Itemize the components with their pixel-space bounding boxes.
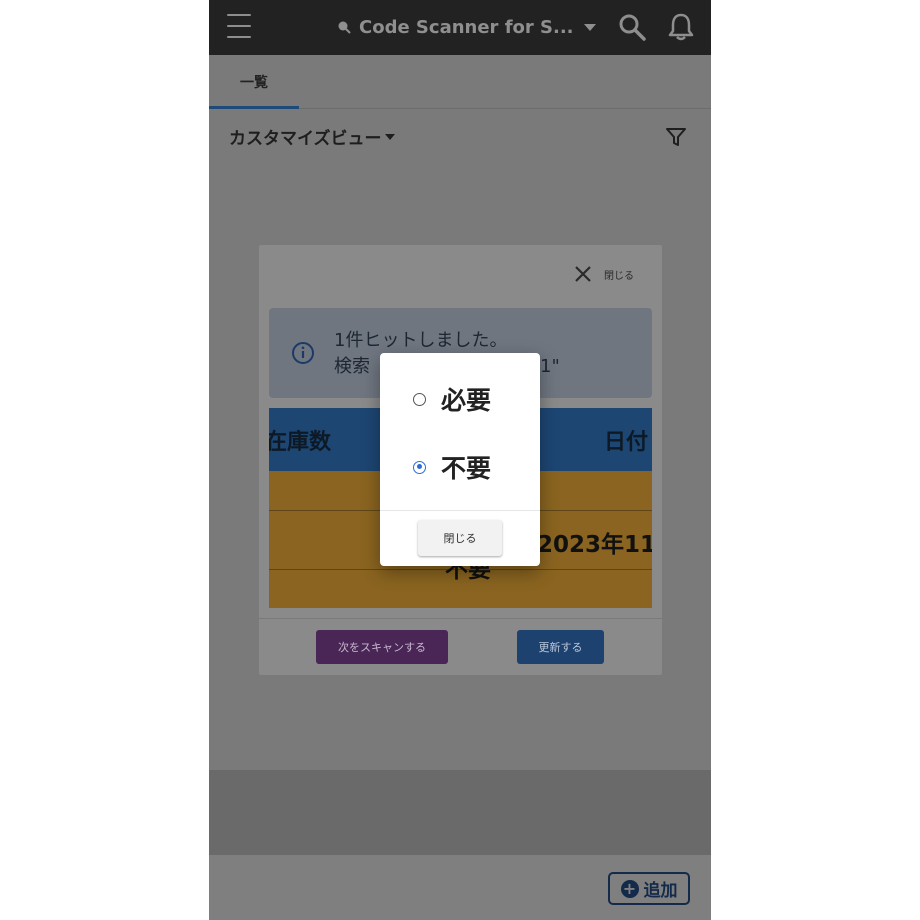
option-not-required-label: 不要 [441,454,492,483]
app-bar: Code Scanner for S... [209,0,711,55]
app-selector[interactable]: Code Scanner for S... [337,13,596,41]
popup-close-button[interactable]: 閉じる [418,520,502,556]
modal-close-label: 閉じる [604,270,634,282]
scan-next-button[interactable]: 次をスキャンする [316,630,448,664]
modal-close-button[interactable]: 閉じる [574,265,634,283]
search-icon[interactable] [617,12,647,42]
requirement-select-popup: 必要 不要 閉じる [380,353,540,566]
scan-icon [338,21,351,34]
add-button-label: 追加 [643,881,678,901]
option-not-required[interactable]: 不要 [413,449,491,485]
tab-list[interactable]: 一覧 [209,55,299,108]
cell-date[interactable]: 2023年11, [537,525,652,559]
custom-view-selector[interactable]: カスタマイズビュー [229,124,395,149]
modal-footer-divider [259,618,662,619]
app-screen: Code Scanner for S... 一覧 カスタマイズビュー + 追加 [209,0,711,920]
column-header-stock: 在庫数 [269,430,332,455]
column-header-date: 日付 [603,430,648,455]
option-required-label: 必要 [441,386,492,415]
active-tab-indicator [209,106,299,109]
custom-view-label: カスタマイズビュー [229,129,382,149]
dropdown-caret-icon [384,133,395,140]
radio-selected[interactable] [413,460,426,474]
bell-icon[interactable] [667,12,695,42]
tab-list-label: 一覧 [240,74,268,91]
menu-icon[interactable] [227,14,251,40]
alert-hit-count: 1件ヒットしました。 [334,330,508,351]
plus-circle-icon: + [620,879,639,898]
dropdown-caret-icon [583,23,596,31]
info-icon [292,342,314,364]
filter-icon[interactable] [665,126,687,148]
option-required[interactable]: 必要 [413,381,491,417]
close-icon [575,266,591,282]
popup-divider [380,510,540,511]
app-title: Code Scanner for S... [359,16,574,38]
radio-unselected[interactable] [413,392,426,406]
content-bottom-band [209,770,711,855]
add-button[interactable]: + 追加 [608,872,690,905]
update-button[interactable]: 更新する [517,630,604,664]
tab-bar: 一覧 [209,55,711,109]
